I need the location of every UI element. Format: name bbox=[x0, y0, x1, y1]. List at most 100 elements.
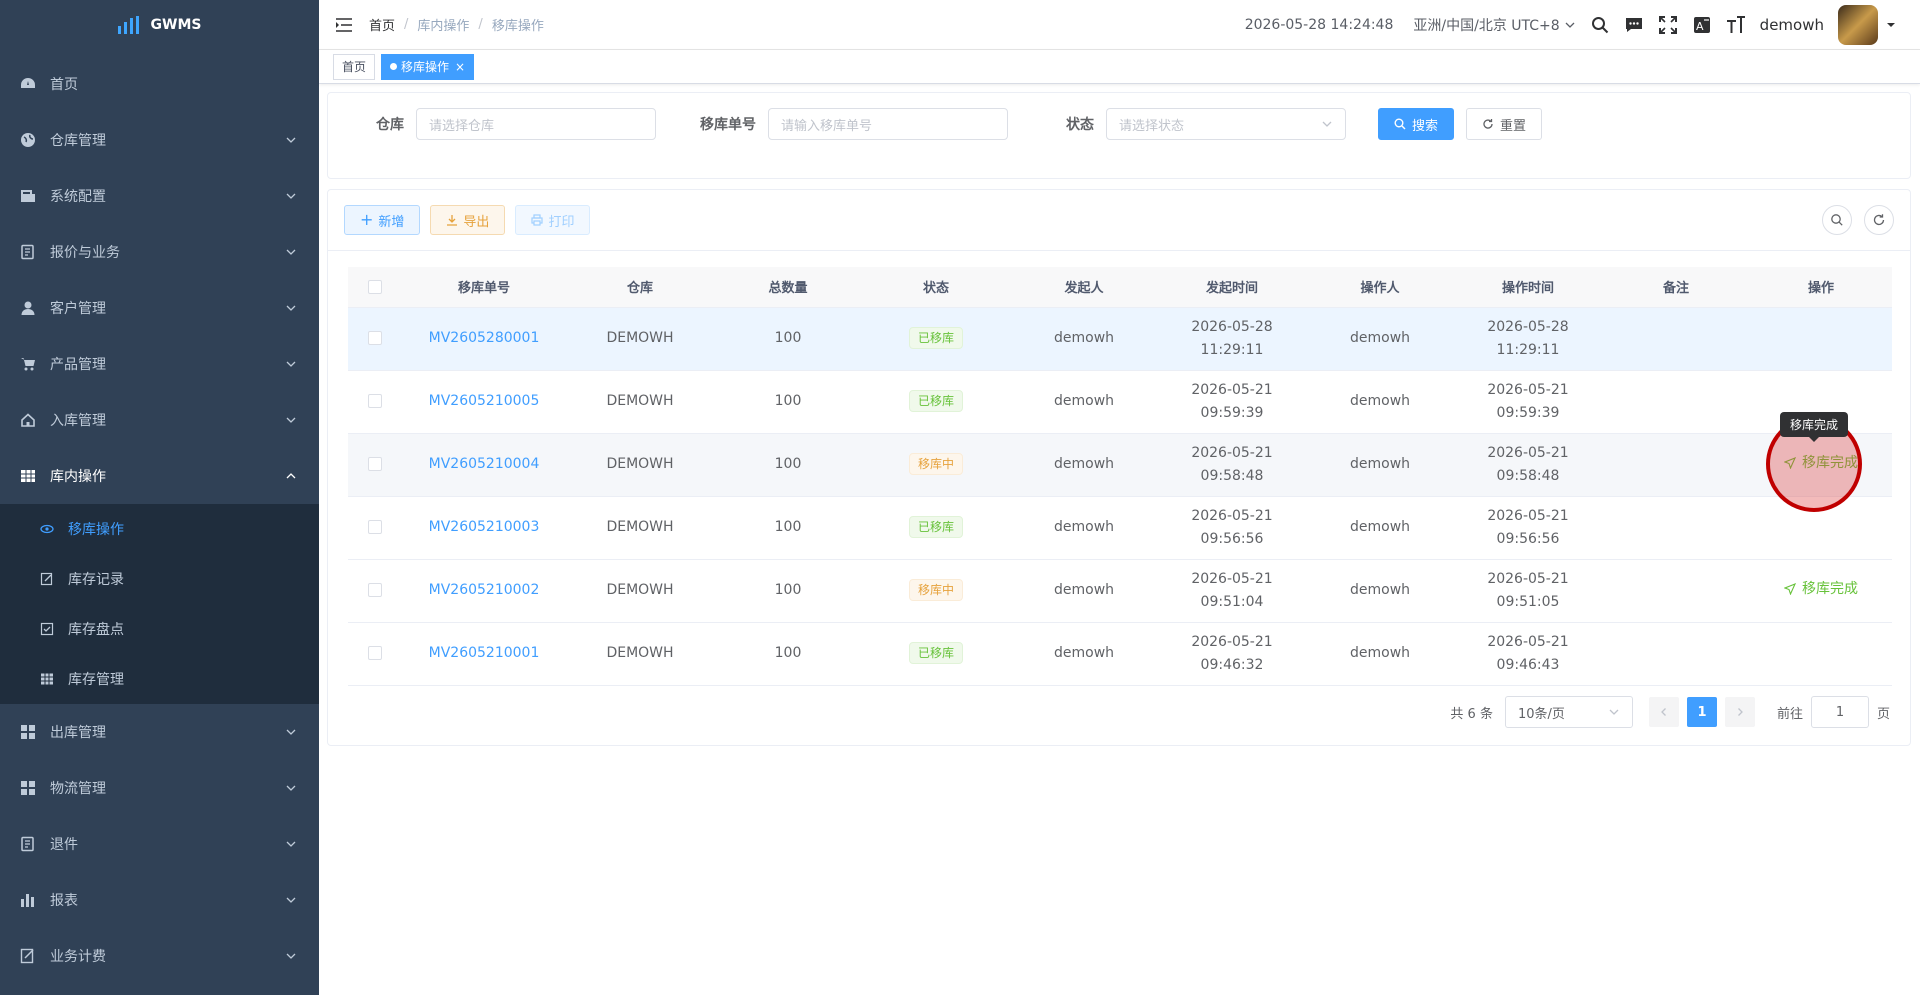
transfer-code-link[interactable]: MV2605210004 bbox=[429, 456, 540, 472]
search-icon bbox=[1394, 118, 1406, 130]
grid-icon bbox=[20, 780, 36, 796]
page-number-button[interactable]: 1 bbox=[1686, 697, 1717, 727]
page-size-select[interactable]: 10条/页 bbox=[1504, 696, 1633, 728]
row-checkbox[interactable] bbox=[368, 646, 382, 660]
table-row[interactable]: MV2605210004 DEMOWH 100 移库中 demowh 2026-05-21… bbox=[348, 433, 1892, 497]
sidebar-item-transfer-ops[interactable]: 移库操作 bbox=[0, 504, 319, 554]
sidebar-item-logistics[interactable]: 物流管理 bbox=[0, 760, 319, 816]
reset-button[interactable]: 重置 bbox=[1466, 108, 1543, 140]
message-icon[interactable] bbox=[1624, 15, 1644, 35]
table-row[interactable]: MV2605210002 DEMOWH 100 移库中 demowh 2026-05-21… bbox=[348, 559, 1892, 623]
cell-initiator: demowh bbox=[1010, 496, 1158, 560]
sidebar-item-returns[interactable]: 退件 bbox=[0, 816, 319, 872]
refresh-button[interactable] bbox=[1864, 205, 1894, 235]
sidebar-item-inbound[interactable]: 入库管理 bbox=[0, 392, 319, 448]
goto-page-input[interactable]: 1 bbox=[1810, 696, 1869, 728]
transfer-code-input[interactable]: 请输入移库单号 bbox=[768, 108, 1008, 140]
column-header[interactable]: 移库单号 bbox=[402, 267, 566, 308]
add-button[interactable]: + 新增 bbox=[344, 205, 421, 235]
next-page-button[interactable] bbox=[1724, 697, 1755, 727]
fullscreen-icon[interactable] bbox=[1658, 15, 1678, 35]
prev-page-button[interactable] bbox=[1648, 697, 1679, 727]
transfer-code-link[interactable]: MV2605280001 bbox=[429, 330, 540, 346]
row-checkbox[interactable] bbox=[368, 583, 382, 597]
logo[interactable]: GWMS bbox=[0, 0, 319, 50]
table-card: + 新增 导出 打印 移库单号 仓库 总数量 状态 发起人 发起时间 操作人 操… bbox=[327, 189, 1911, 746]
cell-operator: demowh bbox=[1306, 307, 1454, 371]
cell-action: 移库完成 bbox=[1750, 559, 1892, 623]
init-time: 11:29:11 bbox=[1200, 341, 1264, 358]
sidebar-item-home[interactable]: 首页 bbox=[0, 56, 319, 112]
sidebar-item-customers[interactable]: 客户管理 bbox=[0, 280, 319, 336]
sidebar-item-system-config[interactable]: 系统配置 bbox=[0, 168, 319, 224]
cell-initiator: demowh bbox=[1010, 622, 1158, 686]
column-header[interactable]: 发起时间 bbox=[1158, 267, 1306, 308]
sidebar-item-stocktake[interactable]: 库存盘点 bbox=[0, 604, 319, 654]
chevron-down-icon bbox=[286, 137, 296, 143]
sidebar-item-label: 产品管理 bbox=[50, 357, 106, 373]
complete-transfer-button[interactable]: 移库完成 bbox=[1784, 578, 1858, 601]
menu-fold-icon bbox=[336, 17, 352, 32]
avatar[interactable] bbox=[1838, 5, 1878, 45]
select-all-checkbox[interactable] bbox=[368, 279, 382, 294]
sidebar-item-products[interactable]: 产品管理 bbox=[0, 336, 319, 392]
cell-warehouse: DEMOWH bbox=[566, 622, 714, 686]
search-button-label: 搜索 bbox=[1412, 118, 1439, 134]
current-datetime: 2026-05-28 14:24:48 bbox=[1244, 17, 1394, 33]
row-checkbox[interactable] bbox=[368, 394, 382, 408]
sidebar-item-reports[interactable]: 报表 bbox=[0, 872, 319, 928]
sidebar-item-stock-records[interactable]: 库存记录 bbox=[0, 554, 319, 604]
column-header[interactable]: 操作 bbox=[1750, 267, 1892, 308]
sidebar-item-billing[interactable]: 业务计费 bbox=[0, 928, 319, 984]
column-header[interactable]: 操作人 bbox=[1306, 267, 1454, 308]
print-button[interactable]: 打印 bbox=[515, 205, 591, 235]
table-row[interactable]: MV2605210001 DEMOWH 100 已移库 demowh 2026-05-21… bbox=[348, 622, 1892, 686]
tag-home[interactable]: 首页 bbox=[333, 53, 376, 80]
tag-transfer-ops[interactable]: 移库操作 × bbox=[381, 53, 475, 80]
warehouse-select[interactable]: 请选择仓库 bbox=[416, 108, 656, 140]
table-row[interactable]: MV2605210005 DEMOWH 100 已移库 demowh 2026-05-21… bbox=[348, 370, 1892, 434]
hamburger-button[interactable] bbox=[319, 0, 369, 50]
column-header[interactable]: 发起人 bbox=[1010, 267, 1158, 308]
transfer-code-link[interactable]: MV2605210003 bbox=[429, 519, 540, 535]
sidebar-item-label: 物流管理 bbox=[50, 781, 106, 797]
status-badge: 移库中 bbox=[908, 579, 963, 601]
table-row[interactable]: MV2605210003 DEMOWH 100 已移库 demowh 2026-05-21… bbox=[348, 496, 1892, 560]
transfer-code-link[interactable]: MV2605210001 bbox=[429, 645, 540, 661]
close-icon[interactable]: × bbox=[455, 55, 465, 79]
search-button[interactable]: 搜索 bbox=[1378, 108, 1455, 140]
export-button[interactable]: 导出 bbox=[430, 205, 506, 235]
caret-down-icon[interactable] bbox=[1886, 20, 1896, 30]
timezone-select[interactable]: 亚洲/中国/北京 UTC+8 bbox=[1413, 15, 1575, 35]
breadcrumb-in-warehouse-ops: 库内操作 bbox=[417, 19, 470, 34]
status-placeholder: 请选择状态 bbox=[1119, 118, 1185, 134]
transfer-code-link[interactable]: MV2605210002 bbox=[429, 582, 540, 598]
status-select[interactable]: 请选择状态 bbox=[1106, 108, 1346, 140]
username[interactable]: demowh bbox=[1760, 16, 1824, 34]
column-header[interactable]: 仓库 bbox=[566, 267, 714, 308]
column-header[interactable]: 状态 bbox=[862, 267, 1010, 308]
sidebar-item-stock-management[interactable]: 库存管理 bbox=[0, 654, 319, 704]
row-checkbox[interactable] bbox=[368, 520, 382, 534]
sidebar-item-warehouse[interactable]: 仓库管理 bbox=[0, 112, 319, 168]
transfer-code-link[interactable]: MV2605210005 bbox=[429, 393, 540, 409]
font-size-icon[interactable] bbox=[1726, 15, 1746, 35]
translate-icon[interactable]: A bbox=[1692, 15, 1712, 35]
cell-status: 已移库 bbox=[862, 622, 1010, 686]
sidebar-item-quotes[interactable]: 报价与业务 bbox=[0, 224, 319, 280]
cell-status: 移库中 bbox=[862, 559, 1010, 623]
chevron-down-icon bbox=[286, 953, 296, 959]
status-badge: 已移库 bbox=[908, 642, 963, 664]
toggle-search-button[interactable] bbox=[1822, 205, 1852, 235]
search-icon[interactable] bbox=[1590, 15, 1610, 35]
breadcrumb-home[interactable]: 首页 bbox=[369, 15, 395, 34]
row-checkbox[interactable] bbox=[368, 331, 382, 345]
sidebar-item-outbound[interactable]: 出库管理 bbox=[0, 704, 319, 760]
op-date: 2026-05-21 bbox=[1487, 507, 1569, 524]
sidebar-item-in-warehouse-ops[interactable]: 库内操作 bbox=[0, 448, 319, 504]
table-row[interactable]: MV2605280001 DEMOWH 100 已移库 demowh 2026-05-28… bbox=[348, 307, 1892, 371]
row-checkbox[interactable] bbox=[368, 457, 382, 471]
column-header[interactable]: 总数量 bbox=[714, 267, 862, 308]
column-header[interactable]: 备注 bbox=[1602, 267, 1750, 308]
column-header[interactable]: 操作时间 bbox=[1454, 267, 1602, 308]
